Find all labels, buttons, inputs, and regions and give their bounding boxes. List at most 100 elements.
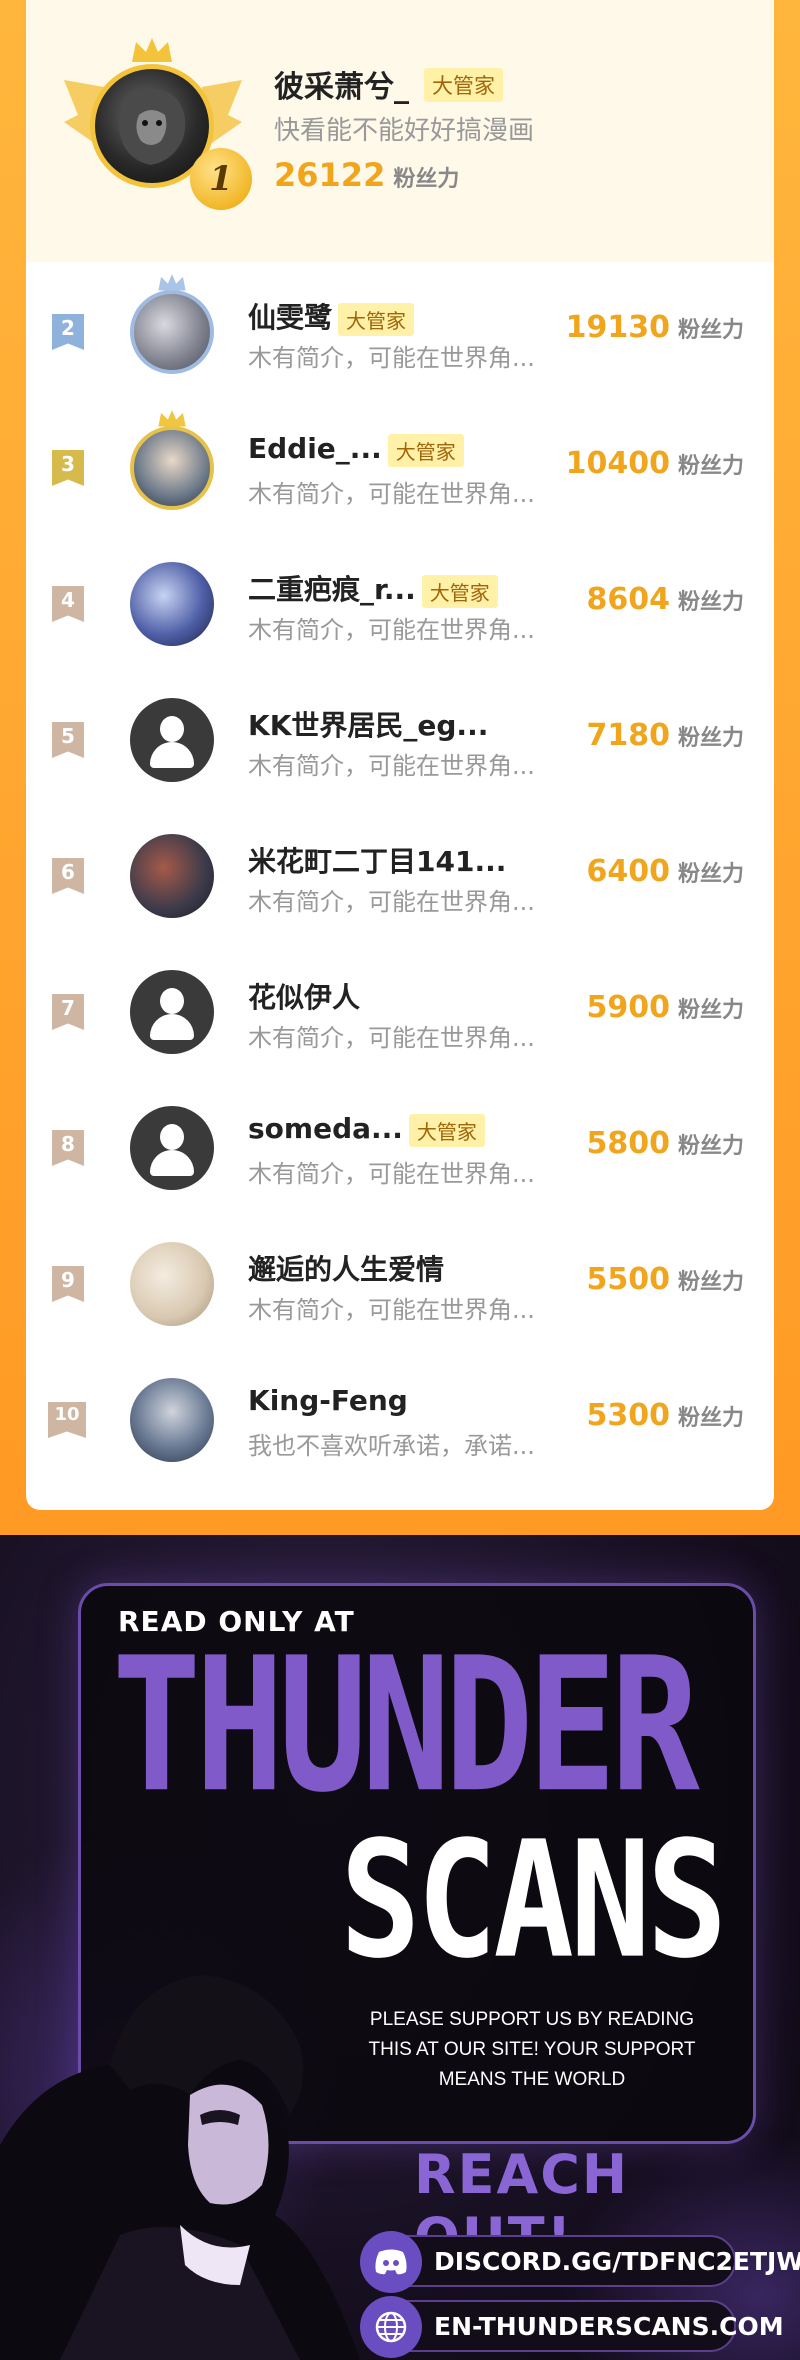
fans-unit: 粉丝力	[677, 998, 744, 1023]
rank-number: 10	[48, 1402, 86, 1438]
rank-number: 5	[52, 722, 84, 758]
fan-name[interactable]: someda... 大管家	[248, 1112, 485, 1147]
discord-url: DISCORD.GG/TDFNC2ETJW	[434, 2247, 800, 2276]
thunder-scans-promo: READ ONLY AT THUNDER SCANS PLEASE SUPPOR…	[0, 1535, 800, 2360]
fan-bio: 木有简介，可能在世界角...	[248, 1296, 535, 1324]
fans-number: 19130	[565, 310, 670, 345]
fan-bio: 木有简介，可能在世界角...	[248, 1024, 535, 1052]
fan-bio: 木有简介，可能在世界角...	[248, 888, 535, 916]
fan-name-text: 邂逅的人生爱情	[248, 1253, 445, 1286]
fans-unit: 粉丝力	[677, 1270, 744, 1295]
website-url: EN-THUNDERSCANS.COM	[434, 2312, 784, 2341]
fans-number: 6400	[586, 854, 670, 889]
ranking-row[interactable]: 5 KK世界居民_eg... 木有简介，可能在世界角... 7180 粉丝力	[26, 674, 774, 810]
fan-name-text: 花似伊人	[248, 981, 361, 1014]
rank-badge: 1	[190, 148, 252, 210]
discord-link[interactable]: DISCORD.GG/TDFNC2ETJW	[360, 2231, 800, 2293]
top-fan-banner[interactable]: 1 彼采萧兮_ 大管家 快看能不能好好搞漫画 26122 粉丝力	[26, 0, 774, 262]
avatar[interactable]	[130, 1378, 214, 1462]
fan-name-text: KK世界居民_eg...	[248, 709, 489, 742]
fan-name[interactable]: 仙雯鹭 大管家	[248, 296, 415, 336]
top-fan-bio: 快看能不能好好搞漫画	[274, 116, 535, 146]
top-fan-name[interactable]: 彼采萧兮_	[274, 62, 409, 106]
rank-number: 8	[52, 1130, 84, 1166]
fan-bio: 木有简介，可能在世界角...	[248, 344, 535, 372]
fan-score: 5900 粉丝力	[586, 990, 744, 1025]
fan-name[interactable]: 米花町二丁目141...	[248, 840, 506, 880]
rank-number: 3	[52, 450, 84, 486]
fans-unit: 粉丝力	[677, 318, 744, 343]
ranking-row[interactable]: 7 花似伊人木有简介，可能在世界角... 5900 粉丝力	[26, 946, 774, 1082]
fans-number: 7180	[586, 718, 670, 753]
crown-icon	[158, 274, 186, 291]
crown-icon	[158, 410, 186, 427]
ranking-row[interactable]: 8 someda... 大管家木有简介，可能在世界角... 5800 粉丝力	[26, 1082, 774, 1218]
rank-number: 6	[52, 858, 84, 894]
steward-badge: 大管家	[408, 1113, 485, 1147]
top-fan-score: 26122 粉丝力	[274, 156, 459, 194]
fan-name-text: 仙雯鹭	[248, 301, 333, 334]
fan-score: 5500 粉丝力	[586, 1262, 744, 1297]
fans-unit: 粉丝力	[677, 454, 744, 479]
fan-name[interactable]: Eddie_... 大管家	[248, 432, 464, 467]
steward-badge: 大管家	[387, 433, 464, 467]
fan-score: 7180 粉丝力	[586, 718, 744, 753]
default-avatar[interactable]	[130, 1106, 214, 1190]
fans-unit: 粉丝力	[677, 1134, 744, 1159]
ranking-row[interactable]: 9 邂逅的人生爱情木有简介，可能在世界角... 5500 粉丝力	[26, 1218, 774, 1354]
steward-badge: 大管家	[421, 574, 498, 608]
fan-bio: 木有简介，可能在世界角...	[248, 752, 535, 780]
default-avatar[interactable]	[130, 970, 214, 1054]
ranking-row[interactable]: 6 米花町二丁目141... 木有简介，可能在世界角... 6400 粉丝力	[26, 810, 774, 946]
avatar[interactable]	[130, 834, 214, 918]
fans-unit: 粉丝力	[677, 1406, 744, 1431]
ranking-row[interactable]: 2 仙雯鹭 大管家木有简介，可能在世界角... 19130 粉丝力	[26, 266, 774, 402]
fan-bio: 我也不喜欢听承诺，承诺...	[248, 1432, 535, 1460]
fans-number: 26122	[274, 156, 386, 194]
fans-number: 5500	[586, 1262, 670, 1297]
fan-score: 19130 粉丝力	[566, 310, 744, 345]
fan-ranking-card: 1 彼采萧兮_ 大管家 快看能不能好好搞漫画 26122 粉丝力 2 仙雯鹭 大管家木…	[26, 0, 774, 1510]
steward-badge: 大管家	[338, 302, 415, 336]
discord-icon	[360, 2231, 422, 2293]
fan-bio: 木有简介，可能在世界角...	[248, 616, 535, 644]
thunder-logo-text: THUNDER	[112, 1618, 700, 1833]
fan-score: 5800 粉丝力	[586, 1126, 744, 1161]
crown-icon	[132, 38, 172, 62]
fan-name[interactable]: 二重疤痕_r... 大管家	[248, 568, 498, 608]
fan-bio: 木有简介，可能在世界角...	[248, 1160, 535, 1188]
fan-bio: 木有简介，可能在世界角...	[248, 480, 535, 508]
fan-name-text: King-Feng	[248, 1384, 408, 1417]
website-link[interactable]: EN-THUNDERSCANS.COM	[360, 2296, 784, 2358]
fans-number: 5800	[586, 1126, 670, 1161]
fans-number: 5300	[586, 1398, 670, 1433]
fan-name[interactable]: KK世界居民_eg...	[248, 704, 488, 744]
fan-ranking-section: 1 彼采萧兮_ 大管家 快看能不能好好搞漫画 26122 粉丝力 2 仙雯鹭 大管家木…	[0, 0, 800, 1535]
fan-name-text: 二重疤痕_r...	[248, 573, 416, 606]
fan-name[interactable]: 邂逅的人生爱情	[248, 1248, 444, 1288]
fans-unit: 粉丝力	[677, 590, 744, 615]
fan-name[interactable]: King-Feng	[248, 1384, 408, 1417]
rank-number: 2	[52, 314, 84, 350]
ranking-row[interactable]: 10 King-Feng 我也不喜欢听承诺，承诺... 5300 粉丝力	[26, 1354, 774, 1490]
avatar[interactable]	[130, 1242, 214, 1326]
avatar[interactable]	[130, 562, 214, 646]
fans-unit: 粉丝力	[677, 726, 744, 751]
fan-score: 6400 粉丝力	[586, 854, 744, 889]
rank-number: 7	[52, 994, 84, 1030]
default-avatar[interactable]	[130, 698, 214, 782]
fan-name-text: Eddie_...	[248, 432, 382, 465]
globe-icon	[360, 2296, 422, 2358]
fan-score: 10400 粉丝力	[566, 446, 744, 481]
fan-name-text: someda...	[248, 1112, 403, 1145]
fan-name[interactable]: 花似伊人	[248, 976, 360, 1016]
ranking-row[interactable]: 4 二重疤痕_r... 大管家 木有简介，可能在世界角... 8604 粉丝力	[26, 538, 774, 674]
avatar[interactable]	[130, 290, 214, 374]
fans-number: 10400	[565, 446, 670, 481]
fans-unit: 粉丝力	[677, 862, 744, 887]
ranking-row[interactable]: 3 Eddie_... 大管家木有简介，可能在世界角... 10400 粉丝力	[26, 402, 774, 538]
rank-number: 9	[52, 1266, 84, 1302]
steward-badge: 大管家	[424, 68, 503, 102]
fan-score: 8604 粉丝力	[586, 582, 744, 617]
avatar[interactable]	[130, 426, 214, 510]
